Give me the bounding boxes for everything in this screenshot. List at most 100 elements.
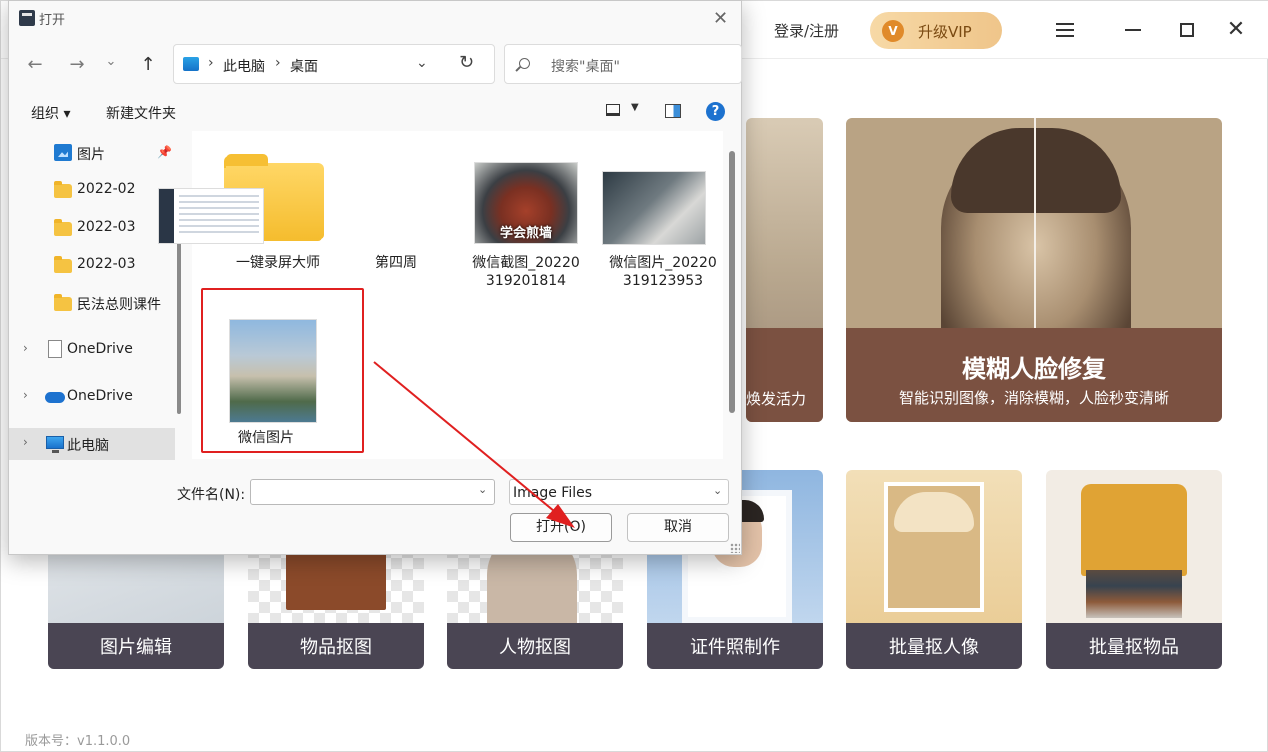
- nav-item-label: 民法总则课件: [77, 297, 161, 313]
- folder-icon: [54, 219, 72, 236]
- view-dropdown-icon[interactable]: ▼: [631, 102, 639, 113]
- file-list-scrollbar[interactable]: [729, 151, 735, 413]
- file-name: 微信截图_20220319201814: [472, 255, 580, 289]
- pin-icon[interactable]: 📌: [157, 145, 172, 159]
- minimize-icon: [1125, 29, 1141, 31]
- search-icon: [519, 58, 530, 69]
- breadcrumb-separator: ›: [275, 55, 281, 71]
- folder-icon: [54, 181, 72, 198]
- expand-chevron-icon[interactable]: ›: [23, 341, 28, 355]
- shirt-image: [1081, 484, 1187, 576]
- back-button[interactable]: ←: [23, 53, 47, 77]
- feature-card-batch-portrait[interactable]: 批量抠人像: [846, 470, 1022, 669]
- feature-card-batch-object[interactable]: 批量抠物品: [1046, 470, 1222, 669]
- resize-grip-icon[interactable]: [730, 543, 740, 553]
- file-name: 一键录屏大师: [236, 255, 320, 271]
- nav-item-folder-2022-03b[interactable]: 2022-03: [9, 249, 175, 281]
- card-label: 证件照制作: [690, 637, 780, 658]
- folder-icon: [54, 294, 72, 311]
- up-folder-button[interactable]: ↑: [136, 53, 160, 77]
- folder-icon: [54, 256, 72, 273]
- expand-chevron-icon[interactable]: ›: [23, 388, 28, 402]
- recent-locations-button[interactable]: ⌄: [99, 50, 123, 74]
- preview-pane-icon[interactable]: [665, 104, 681, 118]
- card-title: 模糊人脸修复: [962, 355, 1106, 383]
- dialog-toolbar: 组织 ▾ 新建文件夹 ▼ ?: [9, 93, 741, 131]
- nav-item-folder-2022-02[interactable]: 2022-02: [9, 174, 175, 206]
- nav-item-label: OneDrive: [67, 341, 133, 357]
- nav-item-label: OneDrive: [67, 388, 133, 404]
- view-mode-icon[interactable]: [606, 104, 620, 116]
- feature-card-face-restore[interactable]: 模糊人脸修复 智能识别图像，消除模糊，人脸秒变清晰: [846, 118, 1222, 422]
- card-subtitle: 智能识别图像，消除模糊，人脸秒变清晰: [898, 389, 1169, 407]
- computer-icon: [46, 436, 64, 453]
- nav-item-label: 此电脑: [67, 438, 109, 454]
- portrait-cap: [951, 128, 1121, 213]
- chevron-down-icon: ⌄: [713, 484, 723, 497]
- cooking-screenshot-thumbnail: 学会煎墙: [474, 162, 578, 244]
- address-bar[interactable]: › 此电脑 › 桌面 ⌄ ↻: [173, 44, 495, 84]
- maximize-button[interactable]: [1172, 15, 1202, 45]
- refresh-icon[interactable]: ↻: [459, 52, 474, 73]
- login-register-link[interactable]: 登录/注册: [774, 20, 839, 41]
- minimize-button[interactable]: [1118, 15, 1148, 45]
- filetype-value: Image Files: [513, 485, 593, 501]
- maximize-icon: [1180, 23, 1194, 37]
- forward-button[interactable]: →: [65, 53, 89, 77]
- breadcrumb-this-pc[interactable]: 此电脑: [223, 56, 265, 76]
- open-button[interactable]: 打开(O): [510, 513, 612, 542]
- vip-label: 升级VIP: [918, 23, 972, 41]
- file-item-week4[interactable]: 第四周: [338, 141, 454, 271]
- file-name: 微信图片_20220319123953: [609, 255, 717, 289]
- help-icon[interactable]: ?: [706, 102, 725, 121]
- highlight-selection-box: [201, 288, 364, 453]
- card-label: 批量抠物品: [1089, 637, 1179, 658]
- nav-item-folder-2022-03[interactable]: 2022-03: [9, 212, 175, 244]
- close-app-button[interactable]: ✕: [1221, 15, 1251, 45]
- photo-thumbnail: [602, 171, 706, 245]
- nav-item-onedrive[interactable]: › OneDrive: [9, 381, 175, 413]
- version-label: 版本号：v1.1.0.0: [25, 734, 131, 749]
- address-dropdown-icon[interactable]: ⌄: [416, 55, 428, 71]
- upgrade-vip-button[interactable]: V 升级VIP: [870, 12, 1002, 49]
- dialog-title: 打开: [39, 13, 66, 28]
- nav-item-pictures[interactable]: 图片 📌: [9, 137, 175, 169]
- nav-scrollbar[interactable]: [177, 237, 181, 414]
- organize-menu[interactable]: 组织 ▾: [31, 103, 70, 123]
- vip-diamond-icon: V: [882, 20, 904, 42]
- filename-field[interactable]: [250, 479, 495, 505]
- shirt-stack-image: [1086, 570, 1182, 618]
- thumbnail-caption: 学会煎墙: [499, 226, 552, 241]
- nav-item-folder-civil-law[interactable]: 民法总则课件: [9, 287, 175, 319]
- cancel-button[interactable]: 取消: [627, 513, 729, 542]
- breadcrumb-desktop[interactable]: 桌面: [290, 56, 318, 76]
- nav-item-this-pc[interactable]: › 此电脑: [9, 428, 175, 460]
- breadcrumb-separator: ›: [208, 55, 214, 71]
- filename-label: 文件名(N):: [177, 487, 246, 503]
- dialog-app-icon: [19, 10, 35, 26]
- open-file-dialog: 打开 ✕ ← → ⌄ ↑ › 此电脑 › 桌面 ⌄ ↻ 搜索"桌面" 组织 ▾ …: [8, 0, 742, 555]
- feature-card-revitalize[interactable]: 焕发活力: [746, 118, 823, 422]
- search-input[interactable]: 搜索"桌面": [504, 44, 742, 84]
- pictures-icon: [54, 144, 72, 161]
- before-after-divider: [1034, 118, 1036, 328]
- card-label: 图片编辑: [100, 637, 172, 658]
- document-icon: [48, 340, 62, 358]
- navigation-pane: 图片 📌 2022-02 2022-03 2022-03 民法总则课件 › On…: [9, 131, 181, 460]
- file-name: 第四周: [375, 255, 417, 271]
- card-label: 人物抠图: [499, 637, 571, 658]
- desktop-location-icon: [183, 57, 199, 71]
- menu-button[interactable]: [1050, 15, 1080, 45]
- nav-item-label: 2022-03: [77, 256, 136, 272]
- card-label: 批量抠人像: [889, 637, 979, 658]
- spreadsheet-thumbnail: [158, 188, 264, 244]
- dialog-close-button[interactable]: ✕: [713, 8, 728, 29]
- nav-item-label: 2022-03: [77, 219, 136, 235]
- hamburger-icon: [1056, 23, 1074, 37]
- expand-chevron-icon[interactable]: ›: [23, 435, 28, 449]
- new-folder-button[interactable]: 新建文件夹: [106, 103, 176, 123]
- nav-item-onedrive-personal[interactable]: › OneDrive: [9, 334, 175, 366]
- filetype-select[interactable]: Image Files ⌄: [509, 479, 729, 505]
- search-placeholder: 搜索"桌面": [551, 59, 620, 75]
- nav-item-label: 2022-02: [77, 181, 136, 197]
